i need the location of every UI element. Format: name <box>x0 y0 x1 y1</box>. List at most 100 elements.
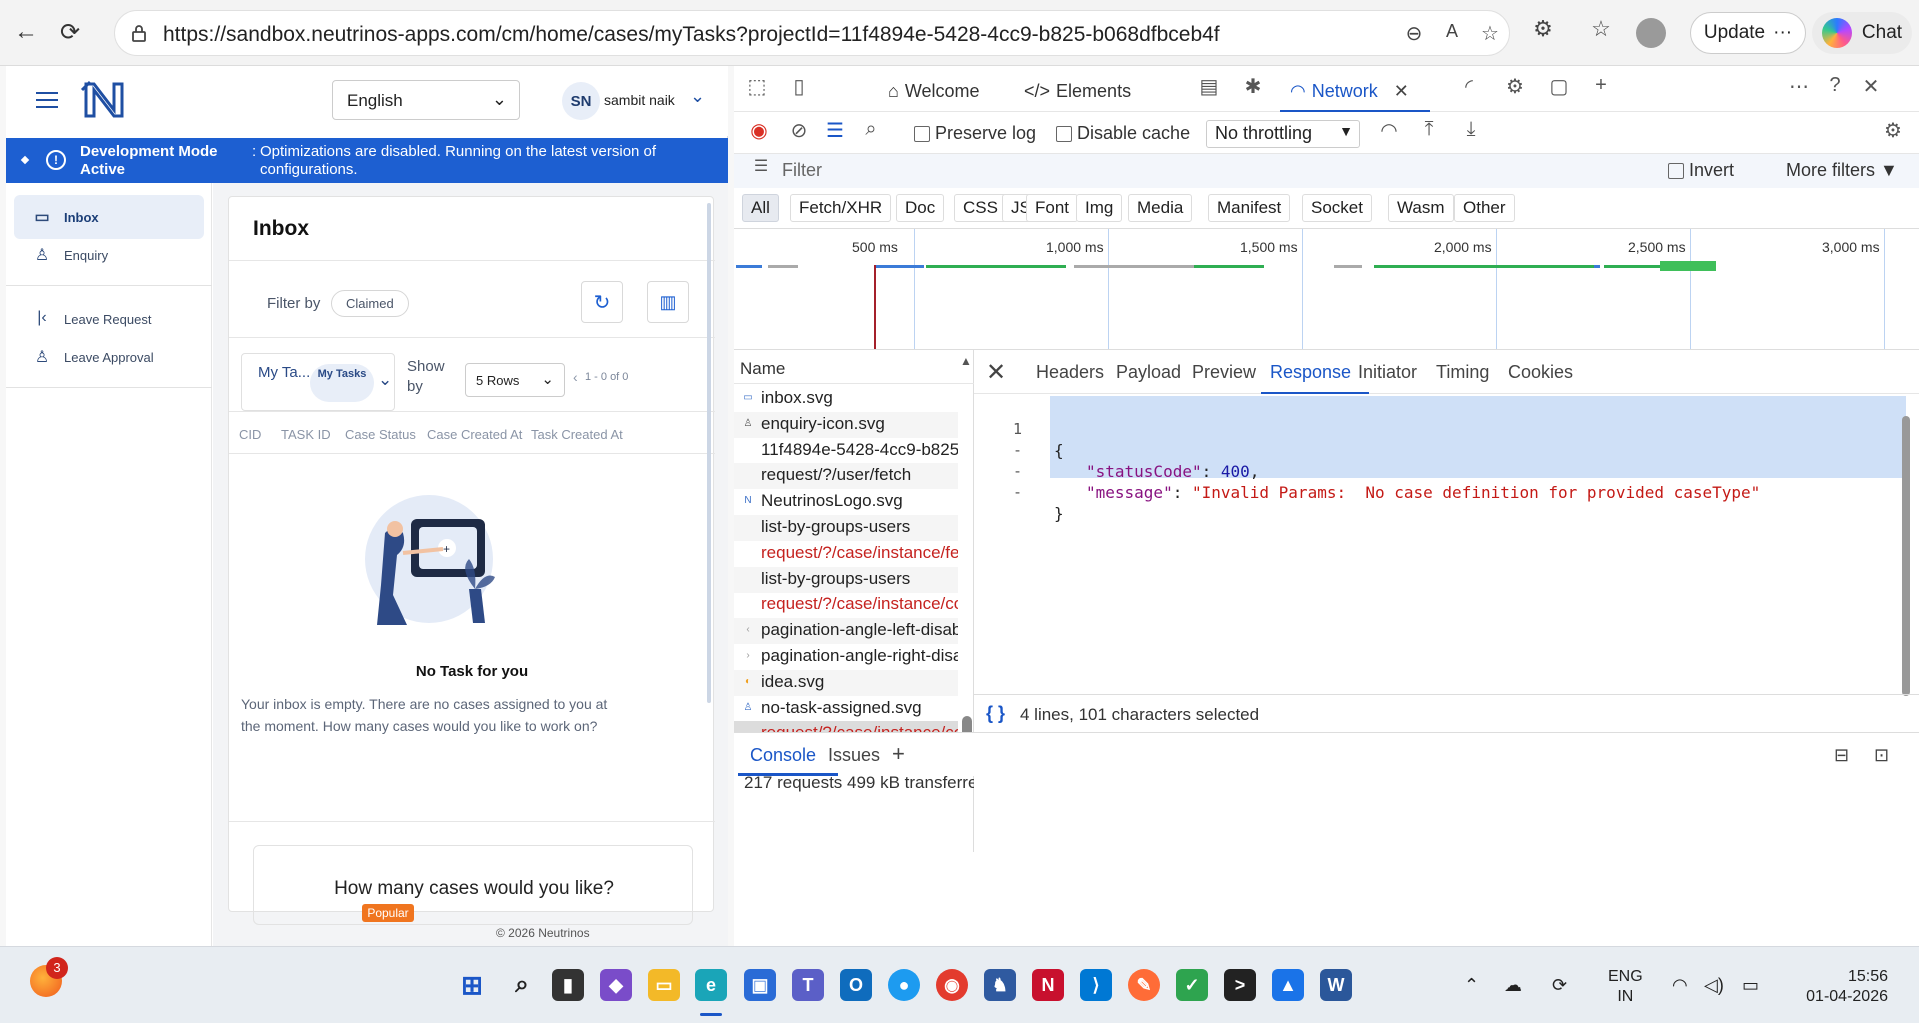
column-header-name[interactable]: Name <box>734 350 974 384</box>
clear-icon[interactable]: ⊘ <box>784 118 814 148</box>
chevron-down-icon[interactable]: ⌄ <box>690 86 705 107</box>
address-bar[interactable]: https://sandbox.neutrinos-apps.com/cm/ho… <box>114 10 1510 56</box>
record-icon[interactable]: ◉ <box>744 118 774 148</box>
teams-icon[interactable]: T <box>792 969 824 1001</box>
task-view-icon[interactable]: ▮ <box>552 969 584 1001</box>
user-avatar[interactable]: SN <box>562 82 600 120</box>
cpu-icon[interactable]: ⚙ <box>1500 74 1530 104</box>
hamburger-menu-icon[interactable] <box>36 92 58 108</box>
file-explorer-icon[interactable]: ▭ <box>648 969 680 1001</box>
column-header-task-created[interactable]: Task Created At <box>531 427 623 442</box>
performance-icon[interactable]: ◜ <box>1454 74 1484 104</box>
network-timeline[interactable]: 500 ms 1,000 ms 1,500 ms 2,000 ms 2,500 ms 3,… <box>734 228 1919 350</box>
column-header-case-created[interactable]: Case Created At <box>427 427 522 442</box>
request-row[interactable]: ♙ no-task-assigned.svg <box>734 696 958 722</box>
export-har-icon[interactable]: ⤓ <box>1456 118 1486 148</box>
type-filter-socket[interactable]: Socket <box>1302 194 1372 222</box>
import-har-icon[interactable]: ⤒ <box>1414 118 1444 148</box>
favorites-icon[interactable]: ☆ <box>1584 16 1618 50</box>
type-filter-fetchxhr[interactable]: Fetch/XHR <box>790 194 892 222</box>
request-row[interactable]: request/?/user/fetch <box>734 463 958 490</box>
column-header-task-id[interactable]: TASK ID <box>281 427 331 442</box>
type-filter-media[interactable]: Media <box>1128 194 1193 222</box>
terminal-icon[interactable]: > <box>1224 969 1256 1001</box>
prev-page-icon[interactable]: ‹ <box>573 369 578 385</box>
throttling-select[interactable]: No throttling ▼ <box>1206 120 1360 148</box>
bug-icon[interactable]: ✱ <box>1238 74 1268 104</box>
wifi-icon[interactable]: ◠ <box>1672 975 1688 996</box>
console-icon[interactable]: ▤ <box>1194 74 1224 104</box>
request-row[interactable]: ▭ inbox.svg <box>734 386 958 412</box>
request-row[interactable]: list-by-groups-users <box>734 515 958 541</box>
filter-input[interactable]: Filter <box>782 160 822 181</box>
device-toolbar-icon[interactable]: ▯ <box>784 74 814 104</box>
notepad-icon[interactable]: ✓ <box>1176 969 1208 1001</box>
zoom-icon[interactable]: ⊖ <box>1401 21 1427 47</box>
sidebar-item-leave-approval[interactable]: ♙ Leave Approval <box>14 335 204 379</box>
rows-per-page-select[interactable]: 5 Rows ⌄ <box>465 363 565 397</box>
reload-icon[interactable]: ⟳ <box>52 14 88 50</box>
onedrive-icon[interactable]: ☁ <box>1504 975 1522 996</box>
store-icon[interactable]: ▣ <box>744 969 776 1001</box>
chrome-icon[interactable]: ◉ <box>936 969 968 1001</box>
close-icon[interactable]: ✕ <box>1394 81 1409 102</box>
more-filters-button[interactable]: More filters ▼ <box>1786 160 1898 181</box>
request-row[interactable]: N NeutrinosLogo.svg <box>734 489 958 515</box>
request-row[interactable]: list-by-groups-users <box>734 566 958 593</box>
request-row[interactable]: 11f4894e-5428-4cc9-b825-... <box>734 438 958 464</box>
column-header-cid[interactable]: CID <box>239 427 261 442</box>
add-tab-icon[interactable]: + <box>1586 74 1616 104</box>
scroll-up-icon[interactable]: ▲ <box>960 354 972 368</box>
sidebar-item-enquiry[interactable]: ♙ Enquiry <box>14 233 204 277</box>
word-icon[interactable]: W <box>1320 969 1352 1001</box>
tab-initiator[interactable]: Initiator <box>1358 362 1417 383</box>
tab-elements[interactable]: </> Elements <box>1024 76 1131 106</box>
edge-icon[interactable]: e <box>695 969 727 1001</box>
user-name[interactable]: sambit naik <box>604 92 675 108</box>
vscode-icon[interactable]: ⟩ <box>1080 969 1112 1001</box>
tasks-dropdown[interactable]: My Ta... My Tasks ⌄ <box>241 353 395 411</box>
tab-cookies[interactable]: Cookies <box>1508 362 1573 383</box>
update-button[interactable]: Update ··· <box>1690 12 1806 54</box>
sync-icon[interactable]: ⟳ <box>1552 975 1567 996</box>
column-header-case-status[interactable]: Case Status <box>345 427 416 442</box>
request-row[interactable]: request/?/case/instance/fet... <box>734 541 958 567</box>
type-filter-wasm[interactable]: Wasm <box>1388 194 1454 222</box>
type-filter-font[interactable]: Font <box>1026 194 1079 222</box>
scrollbar[interactable] <box>707 203 711 703</box>
disable-cache-checkbox[interactable]: Disable cache <box>1056 123 1190 144</box>
close-devtools-icon[interactable]: ✕ <box>1856 74 1886 104</box>
preserve-log-checkbox[interactable]: Preserve log <box>914 123 1036 144</box>
app-icon[interactable]: N <box>1032 969 1064 1001</box>
network-conditions-icon[interactable]: ◠ <box>1374 118 1404 148</box>
type-filter-doc[interactable]: Doc <box>896 194 945 222</box>
filter-requests-icon[interactable]: ☰ <box>820 118 850 148</box>
tab-issues[interactable]: Issues <box>828 745 880 766</box>
add-tab-icon[interactable]: + <box>892 741 905 767</box>
chat-button[interactable]: Chat <box>1812 12 1912 54</box>
back-icon[interactable]: ← <box>8 14 44 50</box>
volume-icon[interactable]: ◁) <box>1704 975 1724 996</box>
extensions-icon[interactable]: ⚙ <box>1526 16 1560 50</box>
inspect-icon[interactable]: ⬚ <box>742 74 772 104</box>
request-row[interactable]: ‹ pagination-angle-left-disab... <box>734 618 958 645</box>
battery-icon[interactable]: ▭ <box>1742 975 1759 996</box>
clock[interactable]: 15:56 01-04-2026 <box>1796 967 1888 1007</box>
tab-preview[interactable]: Preview <box>1192 362 1256 383</box>
close-icon[interactable]: ✕ <box>986 358 1006 387</box>
read-aloud-icon[interactable]: A <box>1439 21 1465 47</box>
invert-checkbox[interactable]: Invert <box>1668 160 1734 181</box>
type-filter-img[interactable]: Img <box>1076 194 1123 222</box>
request-row[interactable]: ◐ idea.svg <box>734 669 958 696</box>
application-icon[interactable]: ▢ <box>1544 74 1574 104</box>
type-filter-other[interactable]: Other <box>1454 194 1515 222</box>
request-row[interactable]: ♙ enquiry-icon.svg <box>734 411 958 438</box>
search-icon[interactable]: ⌕ <box>506 969 538 1001</box>
start-icon[interactable]: ⊞ <box>456 969 488 1001</box>
undock-icon[interactable]: ⊡ <box>1874 745 1889 766</box>
language-indicator[interactable]: ENG IN <box>1608 967 1643 1007</box>
dock-icon[interactable]: ⊟ <box>1834 745 1849 766</box>
search-icon[interactable]: ⌕ <box>856 118 886 148</box>
tab-welcome[interactable]: ⌂ Welcome <box>888 76 980 106</box>
request-row[interactable]: request/?/case/instance/co... <box>734 592 958 618</box>
